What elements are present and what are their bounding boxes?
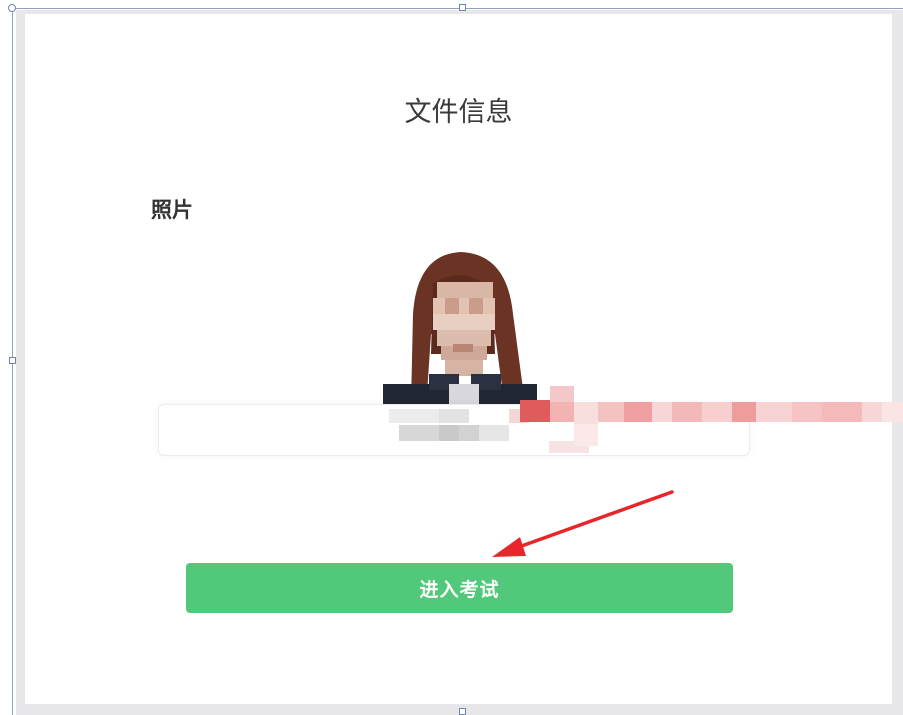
photo-mosaic [383,244,537,404]
enter-exam-button[interactable]: 进入考试 [186,563,733,613]
screenshot-canvas: 文件信息 照片 进入考试 [0,0,903,715]
candidate-photo [383,244,537,404]
frame-resize-handle-bottom[interactable] [459,708,466,715]
photo-section-label: 照片 [151,198,193,222]
frame-resize-handle-left[interactable] [9,357,16,364]
frame-rotate-handle[interactable] [8,4,16,12]
frame-resize-handle-top[interactable] [459,4,466,11]
redaction-mosaic [520,386,903,446]
page-title: 文件信息 [404,97,513,128]
selection-frame-top [12,8,903,9]
document-info-card: 文件信息 照片 进入考试 [25,14,892,704]
